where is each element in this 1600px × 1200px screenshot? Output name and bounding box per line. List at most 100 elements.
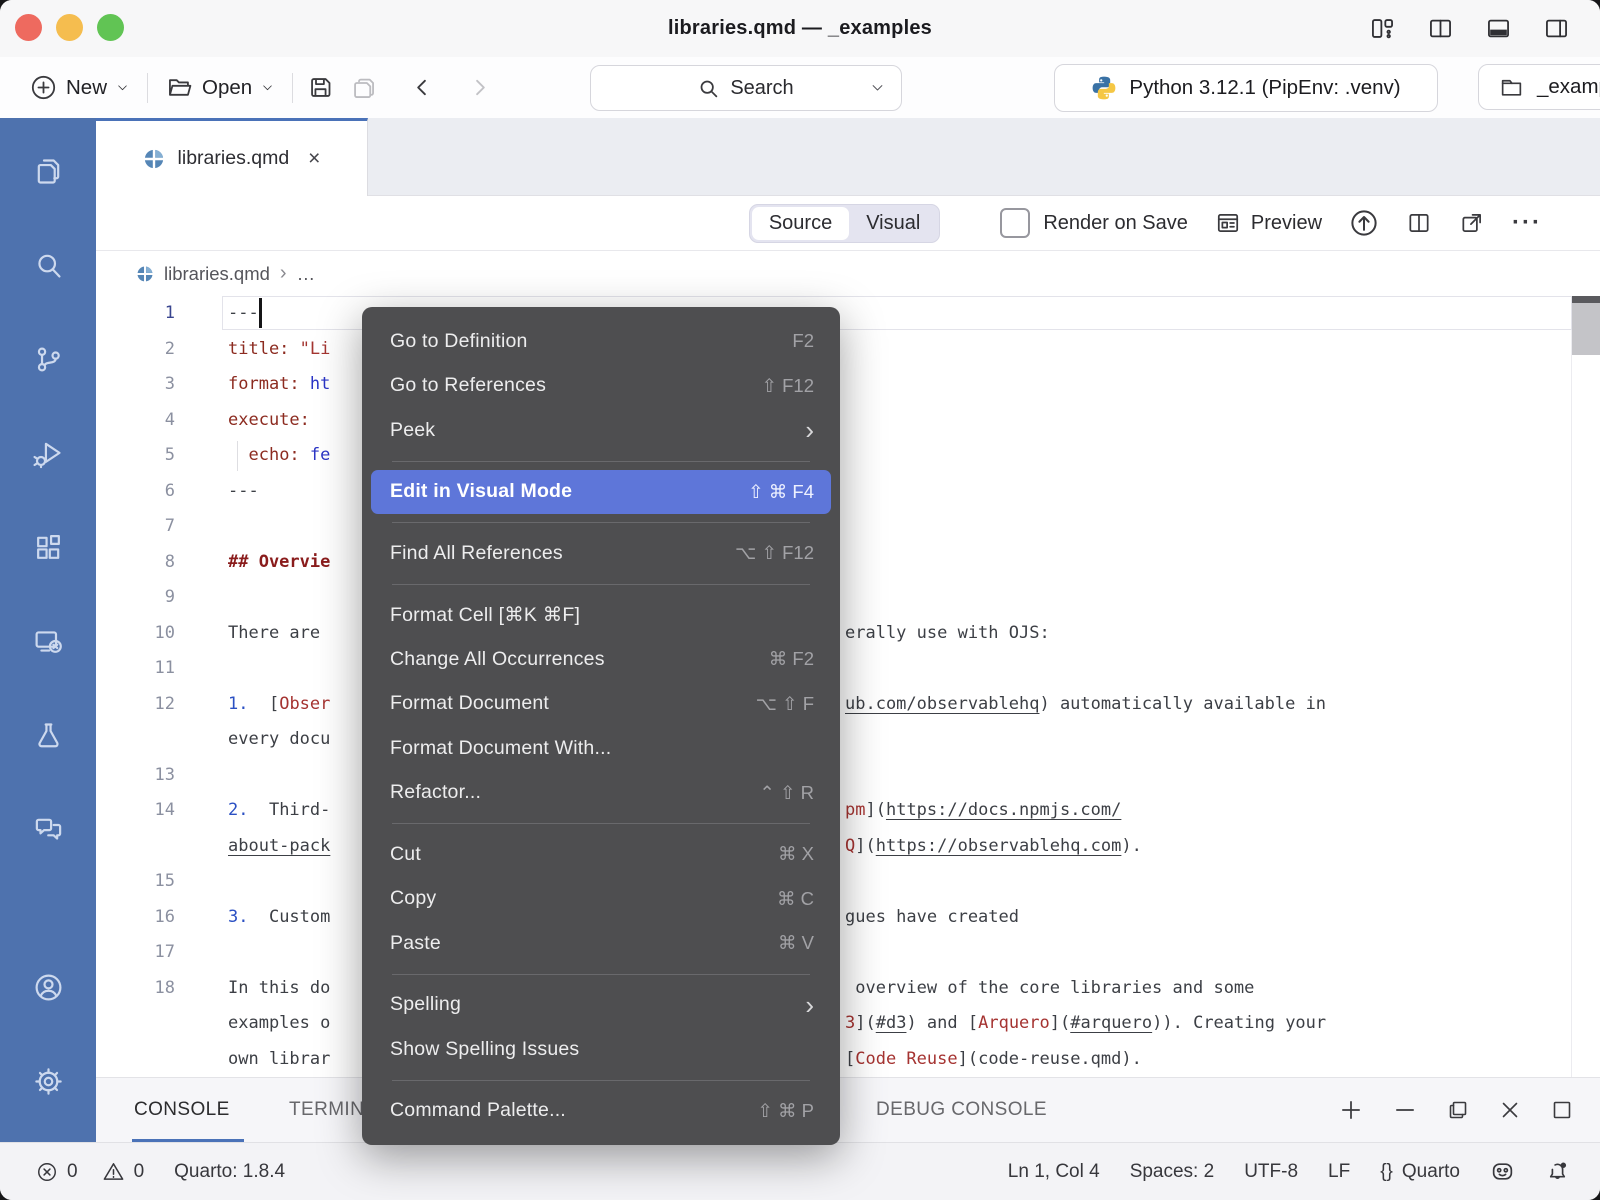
split-editor-icon[interactable] bbox=[1406, 210, 1432, 236]
code-text[interactable]: 1. [Obser bbox=[228, 687, 330, 723]
code-editor[interactable]: 1---2title: "Li3format: ht4execute:5 ech… bbox=[96, 296, 1600, 1077]
cursor-position-status[interactable]: Ln 1, Col 4 bbox=[1008, 1161, 1100, 1183]
code-text[interactable]: pm](https://docs.npmjs.com/ bbox=[845, 793, 1121, 829]
code-text[interactable]: overview of the core libraries and some bbox=[845, 971, 1254, 1007]
encoding-status[interactable]: UTF-8 bbox=[1244, 1161, 1298, 1183]
more-actions-icon[interactable]: ··· bbox=[1512, 209, 1542, 237]
code-line[interactable]: examples o 3](#d3) and [Arquero](#arquero… bbox=[96, 1006, 1600, 1042]
open-button[interactable]: Open bbox=[162, 74, 278, 101]
code-text[interactable]: gues have created bbox=[845, 900, 1019, 936]
menu-item-cut[interactable]: Cut⌘ X bbox=[362, 832, 840, 877]
minimize-panel-icon[interactable] bbox=[1392, 1097, 1418, 1123]
breadcrumb-more[interactable]: … bbox=[297, 263, 316, 285]
menu-item-paste[interactable]: Paste⌘ V bbox=[362, 921, 840, 966]
menu-item-format-cell-k-f[interactable]: Format Cell [⌘K ⌘F] bbox=[362, 593, 840, 638]
code-line[interactable]: 15 bbox=[96, 864, 1600, 900]
code-line[interactable]: every docu bbox=[96, 722, 1600, 758]
new-button[interactable]: New bbox=[26, 74, 133, 101]
code-line[interactable]: about-pack Q](https://observablehq.com). bbox=[96, 829, 1600, 865]
testing-flask-icon[interactable] bbox=[21, 708, 75, 762]
eol-status[interactable]: LF bbox=[1328, 1161, 1350, 1183]
maximize-panel-icon[interactable] bbox=[1550, 1098, 1574, 1122]
code-text[interactable]: examples o bbox=[228, 1006, 330, 1042]
toggle-secondary-sidebar-icon[interactable] bbox=[1543, 15, 1570, 42]
code-line[interactable]: own librar [Code Reuse](code-reuse.qmd). bbox=[96, 1042, 1600, 1078]
code-line[interactable]: 1--- bbox=[96, 296, 1600, 332]
code-line[interactable]: 5 echo: fe bbox=[96, 438, 1600, 474]
code-line[interactable]: 17 bbox=[96, 935, 1600, 971]
breadcrumb-file[interactable]: libraries.qmd bbox=[164, 263, 270, 285]
code-text[interactable]: erally use with OJS: bbox=[845, 616, 1050, 652]
search-input[interactable]: Search bbox=[590, 65, 902, 111]
restore-panel-icon[interactable] bbox=[1446, 1098, 1470, 1122]
customize-layout-icon[interactable] bbox=[1369, 15, 1396, 42]
menu-item-format-document[interactable]: Format Document⌥ ⇧ F bbox=[362, 682, 840, 727]
code-text[interactable]: own librar bbox=[228, 1042, 330, 1078]
menu-item-change-all-occurrences[interactable]: Change All Occurrences⌘ F2 bbox=[362, 637, 840, 682]
close-panel-icon[interactable] bbox=[1498, 1098, 1522, 1122]
code-text[interactable]: Q](https://observablehq.com). bbox=[845, 829, 1142, 865]
forward-icon[interactable] bbox=[468, 76, 491, 99]
code-text[interactable]: 3](#d3) and [Arquero](#arquero)). Creati… bbox=[845, 1006, 1326, 1042]
code-text[interactable]: ub.com/observablehq) automatically avail… bbox=[845, 687, 1326, 723]
save-all-icon[interactable] bbox=[350, 74, 377, 101]
preview-button[interactable]: Preview bbox=[1215, 210, 1322, 236]
extensions-icon[interactable] bbox=[21, 520, 75, 574]
notifications-bell-icon[interactable] bbox=[1545, 1159, 1570, 1184]
code-line[interactable]: 18In this do overview of the core librar… bbox=[96, 971, 1600, 1007]
back-icon[interactable] bbox=[411, 76, 434, 99]
code-text[interactable]: --- bbox=[228, 296, 259, 332]
code-text[interactable]: execute: bbox=[228, 403, 310, 439]
code-text[interactable]: about-pack bbox=[228, 829, 330, 865]
menu-item-command-palette[interactable]: Command Palette...⇧ ⌘ P bbox=[362, 1089, 840, 1134]
toggle-panel-icon[interactable] bbox=[1485, 15, 1512, 42]
code-line[interactable]: 163. Customgues have created bbox=[96, 900, 1600, 936]
menu-item-go-to-definition[interactable]: Go to DefinitionF2 bbox=[362, 319, 840, 364]
menu-item-find-all-references[interactable]: Find All References⌥ ⇧ F12 bbox=[362, 531, 840, 576]
code-text[interactable]: ## Overvie bbox=[228, 545, 330, 581]
code-line[interactable]: 7 bbox=[96, 509, 1600, 545]
menu-item-edit-in-visual-mode[interactable]: Edit in Visual Mode⇧ ⌘ F4 bbox=[371, 470, 831, 515]
code-text[interactable]: 2. Third- bbox=[228, 793, 330, 829]
code-line[interactable]: 10There are erally use with OJS: bbox=[96, 616, 1600, 652]
project-selector[interactable]: _examples bbox=[1478, 64, 1600, 110]
visual-mode-button[interactable]: Visual bbox=[849, 207, 937, 240]
code-line[interactable]: 6--- bbox=[96, 474, 1600, 510]
save-icon[interactable] bbox=[307, 74, 334, 101]
quarto-version-status[interactable]: Quarto: 1.8.4 bbox=[174, 1161, 285, 1183]
explorer-icon[interactable] bbox=[21, 144, 75, 198]
code-line[interactable]: 11 bbox=[96, 651, 1600, 687]
code-text[interactable]: There are bbox=[228, 616, 330, 652]
code-text[interactable]: title: "Li bbox=[228, 332, 330, 368]
panel-tab-console[interactable]: CONSOLE bbox=[134, 1078, 230, 1142]
comments-icon[interactable] bbox=[21, 802, 75, 856]
render-on-save-checkbox[interactable] bbox=[1000, 208, 1030, 238]
split-editor-layout-icon[interactable] bbox=[1427, 15, 1454, 42]
breadcrumb[interactable]: libraries.qmd › … bbox=[96, 251, 1600, 296]
code-text[interactable]: every docu bbox=[228, 722, 330, 758]
code-text[interactable]: format: ht bbox=[228, 367, 330, 403]
run-debug-icon[interactable] bbox=[21, 426, 75, 480]
source-mode-button[interactable]: Source bbox=[752, 207, 849, 240]
code-text[interactable]: 3. Custom bbox=[228, 900, 330, 936]
code-text[interactable]: In this do bbox=[228, 971, 330, 1007]
code-text[interactable]: --- bbox=[228, 474, 259, 510]
indentation-status[interactable]: Spaces: 2 bbox=[1130, 1161, 1215, 1183]
menu-item-peek[interactable]: Peek› bbox=[362, 408, 840, 453]
render-icon[interactable] bbox=[1349, 208, 1379, 238]
panel-tab-debug-console[interactable]: DEBUG CONSOLE bbox=[876, 1078, 1047, 1142]
menu-item-refactor[interactable]: Refactor...⌃ ⇧ R bbox=[362, 771, 840, 816]
language-mode-status[interactable]: {} Quarto bbox=[1380, 1161, 1460, 1183]
interpreter-selector[interactable]: Python 3.12.1 (PipEnv: .venv) bbox=[1054, 64, 1438, 112]
code-text[interactable]: [Code Reuse](code-reuse.qmd). bbox=[845, 1042, 1142, 1078]
open-in-new-window-icon[interactable] bbox=[1459, 210, 1485, 236]
sessions-icon[interactable] bbox=[21, 614, 75, 668]
code-text[interactable]: echo: fe bbox=[228, 438, 330, 474]
tab-libraries-qmd[interactable]: libraries.qmd × bbox=[96, 118, 368, 196]
code-line[interactable]: 13 bbox=[96, 758, 1600, 794]
new-console-plus-icon[interactable] bbox=[1338, 1097, 1364, 1123]
menu-item-copy[interactable]: Copy⌘ C bbox=[362, 877, 840, 922]
close-tab-icon[interactable]: × bbox=[308, 147, 320, 171]
code-line[interactable]: 9 bbox=[96, 580, 1600, 616]
code-line[interactable]: 4execute: bbox=[96, 403, 1600, 439]
